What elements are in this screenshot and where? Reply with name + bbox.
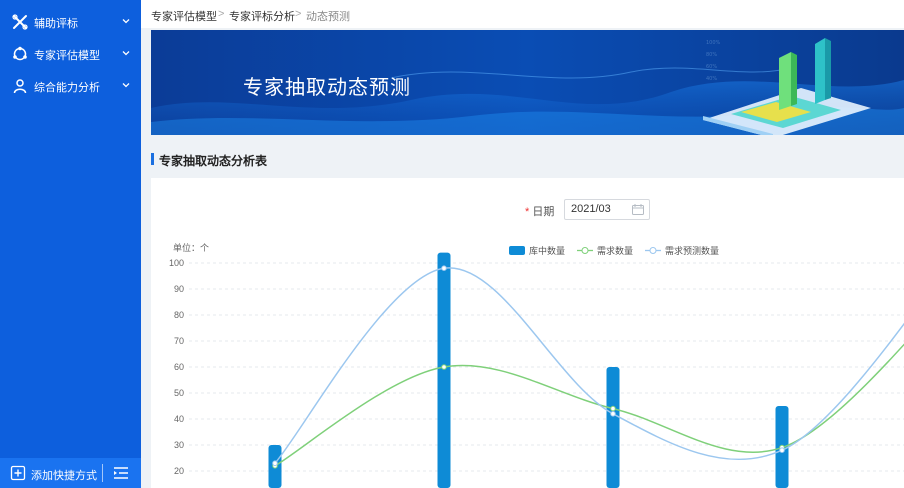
- svg-text:40%: 40%: [706, 76, 717, 82]
- series-line: [274, 343, 904, 467]
- chart-bar: [437, 252, 451, 488]
- add-shortcut-button[interactable]: 添加快捷方式: [31, 467, 97, 483]
- sidebar: 辅助评标 专家评估模型 综合能力分析 添加快捷方式: [0, 0, 141, 488]
- chevron-down-icon: [122, 51, 130, 56]
- svg-text:60%: 60%: [706, 64, 717, 70]
- section-title-marker: [151, 153, 154, 165]
- y-tick-label: 60: [174, 362, 184, 372]
- legend-label: 需求预测数量: [665, 245, 719, 256]
- data-point: [272, 460, 278, 467]
- page-banner: 100% 80% 60% 40% 专家抽取动态预测: [151, 30, 904, 135]
- breadcrumb-item-bid-analysis[interactable]: 专家评标分析: [229, 8, 295, 24]
- sidebar-footer: 添加快捷方式: [0, 458, 141, 488]
- y-tick-label: 80: [174, 310, 184, 320]
- breadcrumb: 专家评估模型 > 专家评标分析 > 动态预测: [141, 0, 904, 28]
- user-icon: [13, 79, 27, 94]
- legend-swatch-dot: [649, 247, 657, 254]
- legend-label: 库中数量: [529, 245, 565, 256]
- sidebar-item-label: 专家评估模型: [34, 50, 100, 62]
- sidebar-item-label: 辅助评标: [34, 18, 78, 30]
- data-point: [610, 405, 616, 412]
- legend-swatch: [509, 246, 525, 255]
- menu-collapse-icon[interactable]: [113, 466, 129, 480]
- legend-swatch-dot: [581, 247, 589, 254]
- chevron-down-icon: [122, 83, 130, 88]
- breadcrumb-item-current: 动态预测: [306, 11, 350, 23]
- add-shortcut-icon[interactable]: [10, 465, 26, 481]
- y-tick-label: 50: [174, 388, 184, 398]
- legend-label: 需求数量: [597, 245, 633, 256]
- y-tick-label: 100: [169, 258, 184, 268]
- chart-unit-label: 单位：个: [173, 242, 209, 253]
- sidebar-item-expert-model[interactable]: 专家评估模型: [0, 38, 141, 70]
- data-point: [441, 265, 447, 271]
- breadcrumb-separator: >: [218, 8, 225, 20]
- sidebar-item-ability-analysis[interactable]: 综合能力分析: [0, 70, 141, 102]
- y-tick-label: 40: [174, 414, 184, 424]
- chevron-down-icon: [122, 19, 130, 24]
- chart-area: 单位：个 20 30 40 50 60 70 80 90 100 库中数量 需求数量 需求预测数量: [169, 242, 904, 488]
- data-point: [610, 411, 616, 417]
- section-title: 专家抽取动态分析表: [159, 154, 268, 168]
- breadcrumb-separator: >: [295, 8, 302, 20]
- banner-title: 专家抽取动态预测: [243, 77, 411, 99]
- data-point: [441, 364, 447, 370]
- sidebar-item-bid-assist[interactable]: 辅助评标: [0, 6, 141, 38]
- cycle-icon: [13, 46, 27, 61]
- chart-legend: 库中数量 需求数量 需求预测数量: [509, 245, 719, 256]
- divider: [102, 464, 103, 482]
- breadcrumb-item-expert-model[interactable]: 专家评估模型: [151, 8, 217, 24]
- y-tick-label: 70: [174, 336, 184, 346]
- svg-text:80%: 80%: [706, 52, 717, 58]
- sidebar-item-label: 综合能力分析: [34, 82, 100, 94]
- y-tick-label: 90: [174, 284, 184, 294]
- data-point: [779, 447, 785, 454]
- y-tick-label: 30: [174, 440, 184, 450]
- svg-text:100%: 100%: [706, 40, 721, 46]
- tools-icon: [12, 14, 28, 30]
- y-tick-label: 20: [174, 466, 184, 476]
- chart-bar: [606, 367, 620, 488]
